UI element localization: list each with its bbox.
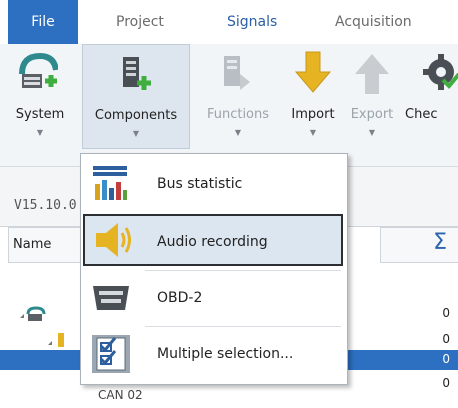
row-count: 0 bbox=[442, 332, 450, 346]
menu-item-label: OBD-2 bbox=[157, 290, 203, 306]
version-label: V15.10.0 bbox=[14, 198, 77, 213]
device-tree-icon bbox=[20, 306, 46, 321]
import-label: Import bbox=[291, 107, 335, 122]
export-button[interactable]: Export ▼ bbox=[343, 44, 401, 149]
menu-item-multiple-selection[interactable]: Multiple selection... bbox=[83, 328, 343, 380]
import-arrow-icon bbox=[294, 51, 332, 93]
menu-separator bbox=[145, 326, 341, 327]
components-button[interactable]: Components ▼ bbox=[82, 44, 190, 149]
menu-item-bus-statistic[interactable]: Bus statistic bbox=[83, 158, 343, 210]
check-button[interactable]: Chec bbox=[401, 44, 458, 149]
menu-item-label: Audio recording bbox=[157, 234, 268, 250]
tree-expander-icon bbox=[48, 333, 64, 347]
tab-project[interactable]: Project bbox=[116, 0, 164, 44]
export-label: Export bbox=[350, 107, 394, 122]
system-button[interactable]: System ▼ bbox=[4, 44, 76, 149]
column-header-sigma[interactable]: Σ bbox=[380, 227, 458, 263]
components-icon bbox=[123, 57, 151, 90]
chevron-down-icon: ▼ bbox=[36, 128, 44, 137]
speaker-icon bbox=[96, 223, 131, 257]
ribbon: System ▼ Components ▼ Functions ▼ Import… bbox=[0, 44, 458, 167]
tab-file[interactable]: File bbox=[8, 0, 78, 44]
multi-select-icon bbox=[92, 335, 130, 373]
can-channel-label[interactable]: CAN 02 bbox=[98, 388, 143, 402]
import-button[interactable]: Import ▼ bbox=[283, 44, 343, 149]
system-icon bbox=[19, 52, 58, 88]
functions-button[interactable]: Functions ▼ bbox=[193, 44, 283, 149]
functions-label: Functions bbox=[206, 107, 270, 122]
row-count: 0 bbox=[442, 306, 450, 320]
menu-item-label: Bus statistic bbox=[157, 176, 243, 192]
obd-connector-icon bbox=[93, 286, 129, 310]
check-label: Chec bbox=[405, 107, 438, 122]
ribbon-tab-bar: File Project Signals Acquisition bbox=[0, 0, 458, 45]
export-arrow-icon bbox=[355, 54, 389, 94]
components-label: Components bbox=[94, 108, 178, 123]
row-count: 0 bbox=[442, 376, 450, 390]
menu-item-audio-recording[interactable]: Audio recording bbox=[83, 214, 343, 266]
tab-acquisition[interactable]: Acquisition bbox=[335, 0, 412, 44]
functions-icon bbox=[224, 56, 250, 90]
sigma-icon: Σ bbox=[433, 230, 447, 255]
chevron-down-icon: ▼ bbox=[234, 128, 242, 137]
menu-separator bbox=[145, 270, 341, 271]
gear-icon bbox=[423, 54, 458, 90]
chevron-down-icon: ▼ bbox=[368, 128, 376, 137]
components-dropdown-menu: Bus statistic Audio recording OBD-2 Mult… bbox=[80, 153, 348, 385]
column-header-name[interactable]: Name bbox=[8, 227, 82, 263]
chevron-down-icon: ▼ bbox=[309, 128, 317, 137]
chevron-down-icon: ▼ bbox=[132, 129, 140, 138]
menu-item-label: Multiple selection... bbox=[157, 346, 294, 362]
system-label: System bbox=[15, 107, 65, 122]
menu-item-obd-2[interactable]: OBD-2 bbox=[83, 272, 343, 324]
bus-statistic-icon bbox=[93, 166, 127, 200]
tab-signals[interactable]: Signals bbox=[227, 0, 277, 44]
row-count: 0 bbox=[442, 352, 450, 366]
